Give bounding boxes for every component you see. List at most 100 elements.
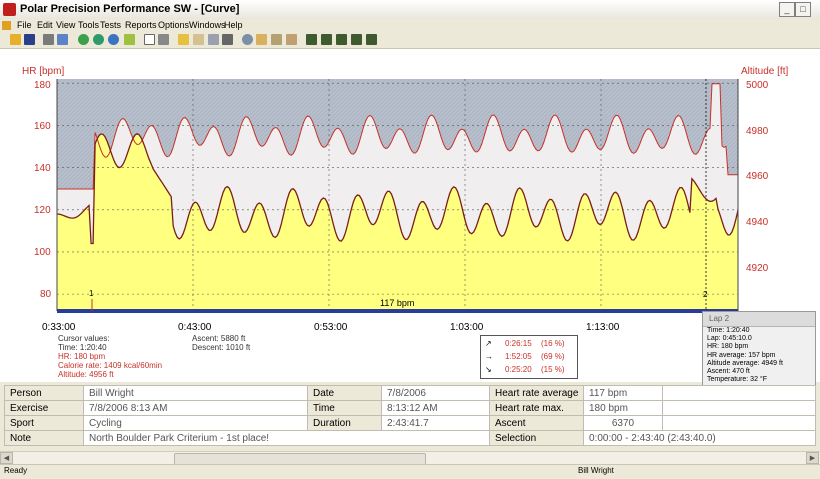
selection-label: Selection xyxy=(489,430,584,446)
alt-tick-4960: 4960 xyxy=(746,171,769,182)
note-value[interactable]: North Boulder Park Criterium - 1st place… xyxy=(83,430,490,446)
bar-chart-icon[interactable] xyxy=(193,34,204,45)
exercise-info-grid: Person Bill Wright Date 7/8/2006 Heart r… xyxy=(4,385,816,451)
globe-icon[interactable] xyxy=(78,34,89,45)
person-label: Person xyxy=(4,385,84,401)
lap-1-label: 1 xyxy=(89,289,94,298)
menu-edit[interactable]: Edit xyxy=(37,19,53,32)
menu-reports[interactable]: Reports xyxy=(125,19,157,32)
cursor-calorie: Calorie rate: 1409 kcal/60min xyxy=(58,361,163,370)
curve-chart-area[interactable]: HR [bpm] Altitude [ft] 180 160 140 120 1… xyxy=(0,49,820,382)
pen-icon[interactable] xyxy=(124,34,135,45)
exercise-label: Exercise xyxy=(4,400,84,416)
menu-bar: File Edit View Tools Tests Reports Optio… xyxy=(0,19,820,32)
cursor-descent: Descent: 1010 ft xyxy=(192,343,251,352)
hr-tick-100: 100 xyxy=(34,247,51,258)
open-icon[interactable] xyxy=(10,34,21,45)
person-value[interactable]: Bill Wright xyxy=(83,385,308,401)
person-group-icon[interactable] xyxy=(366,34,377,45)
menu-help[interactable]: Help xyxy=(224,19,243,32)
downhill-pct: (15 %) xyxy=(541,365,565,374)
hr-max-value[interactable]: 180 bpm xyxy=(583,400,663,416)
restore-button[interactable]: □ xyxy=(795,2,811,17)
time-tick-0-53: 0:53:00 xyxy=(314,322,348,333)
print-icon[interactable] xyxy=(43,34,54,45)
hr-average-value[interactable]: 117 bpm xyxy=(583,385,663,401)
calendar-icon[interactable] xyxy=(256,34,267,45)
person-icon[interactable] xyxy=(306,34,317,45)
hr-tick-160: 160 xyxy=(34,121,51,132)
duration-label: Duration xyxy=(307,415,382,431)
alt-tick-5000: 5000 xyxy=(746,80,769,91)
flat-time: 1:52:05 xyxy=(505,352,532,361)
date-value[interactable]: 7/8/2006 xyxy=(381,385,490,401)
sport-value[interactable]: Cycling xyxy=(83,415,308,431)
person-add-icon[interactable] xyxy=(321,34,332,45)
graph-icon[interactable] xyxy=(208,34,219,45)
minimize-button[interactable]: _ xyxy=(779,2,795,17)
status-user: Bill Wright xyxy=(578,466,614,475)
cursor-altitude: Altitude: 4956 ft xyxy=(58,370,114,379)
flat-row: → 1:52:05 (69 %) xyxy=(481,350,577,363)
hr-average-label: Heart rate average xyxy=(489,385,584,401)
scroll-right-arrow-icon[interactable]: ▶ xyxy=(806,452,819,464)
hr-line-label: 117 bpm xyxy=(380,298,414,308)
window-icon[interactable] xyxy=(144,34,155,45)
exercise-value[interactable]: 7/8/2006 8:13 AM xyxy=(83,400,308,416)
person-stats-icon[interactable] xyxy=(336,34,347,45)
menu-options[interactable]: Options xyxy=(158,19,189,32)
info-icon[interactable] xyxy=(108,34,119,45)
copy-icon[interactable] xyxy=(57,34,68,45)
time-label: Time xyxy=(307,400,382,416)
person-edit-icon[interactable] xyxy=(351,34,362,45)
time-tick-0-33: 0:33:00 xyxy=(42,322,76,333)
note-label: Note xyxy=(4,430,84,446)
menu-tests[interactable]: Tests xyxy=(100,19,121,32)
hr-tick-80: 80 xyxy=(40,289,52,300)
baseline-bar xyxy=(57,309,738,313)
cursor-ascent: Ascent: 5880 ft xyxy=(192,334,246,343)
lap-tooltip-line: HR average: 157 bpm xyxy=(707,351,776,359)
time-value[interactable]: 8:13:12 AM xyxy=(381,400,490,416)
line-chart-icon[interactable] xyxy=(178,34,189,45)
selection-value[interactable]: 0:00:00 - 2:43:40 (2:43:40.0) xyxy=(583,430,816,446)
clock-icon[interactable] xyxy=(93,34,104,45)
cursor-hr: HR: 180 bpm xyxy=(58,352,106,361)
blank-cell xyxy=(662,415,816,431)
duration-value[interactable]: 2:43:41.7 xyxy=(381,415,490,431)
save-icon[interactable] xyxy=(24,34,35,45)
hr-tick-120: 120 xyxy=(34,205,51,216)
ascent-value[interactable]: 6370 xyxy=(583,415,663,431)
document-icon xyxy=(2,21,11,30)
curve-chart[interactable]: HR [bpm] Altitude [ft] 180 160 140 120 1… xyxy=(0,49,820,382)
lap-tooltip: Lap 2 Time: 1:20:40 Lap: 0:45:10.0 HR: 1… xyxy=(702,311,816,396)
lap-tooltip-line: Lap: 0:45:10.0 xyxy=(707,335,752,343)
menu-windows[interactable]: Windows xyxy=(189,19,226,32)
alt-tick-4920: 4920 xyxy=(746,263,769,274)
search-icon[interactable] xyxy=(242,34,253,45)
edit-icon[interactable] xyxy=(271,34,282,45)
uphill-pct: (16 %) xyxy=(541,339,565,348)
cursor-title: Cursor values: xyxy=(58,334,110,343)
blank-cell xyxy=(662,400,816,416)
lap-tooltip-line: Temperature: 32 °F xyxy=(707,376,767,384)
table-icon[interactable] xyxy=(222,34,233,45)
cursor-time: Time: 1:20:40 xyxy=(58,343,107,352)
slope-summary: ↗ 0:26:15 (16 %) → 1:52:05 (69 %) ↘ 0:25… xyxy=(480,335,578,379)
flat-pct: (69 %) xyxy=(541,352,565,361)
lap-tooltip-line: Time: 1:20:40 xyxy=(707,327,750,334)
scroll-left-arrow-icon[interactable]: ◀ xyxy=(0,452,13,464)
menu-file[interactable]: File xyxy=(17,19,32,32)
menu-tools[interactable]: Tools xyxy=(78,19,99,32)
menu-view[interactable]: View xyxy=(56,19,75,32)
time-tick-1-03: 1:03:00 xyxy=(450,322,484,333)
hr-axis-title: HR [bpm] xyxy=(22,66,64,77)
settings-icon[interactable] xyxy=(286,34,297,45)
lap-2-label: 2 xyxy=(703,290,708,299)
lap-tooltip-line: Altitude average: 4949 ft xyxy=(707,359,783,367)
horizontal-scrollbar[interactable]: ◀ ▶ xyxy=(0,451,820,465)
layers-icon[interactable] xyxy=(158,34,169,45)
lap-tooltip-header: Lap 2 xyxy=(703,312,815,327)
window-title: Polar Precision Performance SW - [Curve] xyxy=(20,3,240,15)
hr-max-label: Heart rate max. xyxy=(489,400,584,416)
